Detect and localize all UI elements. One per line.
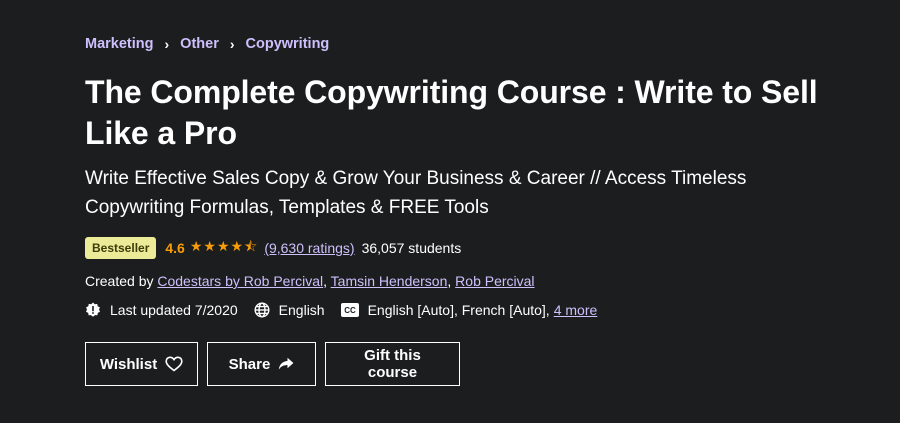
instructor-link-rob[interactable]: Rob Percival (455, 273, 534, 289)
captions: CC English [Auto], French [Auto], 4 more (340, 302, 598, 318)
course-subtitle: Write Effective Sales Copy & Grow Your B… (85, 168, 747, 218)
action-buttons: Wishlist Share Gift this course (85, 342, 469, 386)
breadcrumb-copywriting[interactable]: Copywriting (246, 36, 330, 52)
instructor-separator: , (447, 273, 456, 289)
gift-course-button[interactable]: Gift this course (325, 342, 460, 386)
breadcrumb: Marketing › Other › Copywriting (85, 36, 329, 52)
wishlist-button[interactable]: Wishlist (85, 342, 198, 386)
created-by-row: Created by Codestars by Rob Percival, Ta… (85, 273, 535, 289)
breadcrumb-marketing[interactable]: Marketing (85, 36, 154, 52)
meta-row: Last updated 7/2020 English CC English [… (85, 302, 613, 318)
share-button[interactable]: Share (207, 342, 316, 386)
alert-badge-icon (85, 302, 101, 318)
chevron-right-icon: › (164, 36, 170, 52)
svg-text:CC: CC (344, 306, 356, 315)
wishlist-label: Wishlist (99, 355, 158, 373)
closed-captions-icon: CC (340, 303, 359, 317)
chevron-right-icon: › (229, 36, 235, 52)
instructor-separator: , (323, 273, 331, 289)
language: English (254, 302, 325, 318)
more-captions-link[interactable]: 4 more (554, 302, 598, 318)
last-updated-text: Last updated 7/2020 (110, 302, 238, 318)
share-label: Share (228, 355, 271, 373)
share-arrow-icon (279, 357, 294, 370)
course-title: The Complete Copywriting Course : Write … (85, 74, 818, 151)
instructor-link-tamsin[interactable]: Tamsin Henderson (331, 273, 448, 289)
language-text: English (278, 302, 325, 318)
students-count: 36,057 students (361, 240, 462, 256)
breadcrumb-other[interactable]: Other (180, 36, 219, 52)
heart-icon (165, 356, 183, 372)
captions-text: English [Auto], French [Auto], (367, 302, 550, 318)
instructor-link-codestars[interactable]: Codestars by Rob Percival (157, 273, 323, 289)
star-rating-icon: ★★★★⯪ (189, 238, 259, 254)
rating-row: Bestseller 4.6 ★★★★⯪ (9,630 ratings) 36,… (85, 236, 461, 260)
ratings-count-link[interactable]: (9,630 ratings) (264, 240, 354, 256)
created-by-label: Created by (85, 273, 154, 289)
bestseller-badge: Bestseller (85, 237, 157, 259)
globe-icon (254, 302, 270, 318)
rating-value: 4.6 (165, 240, 185, 256)
last-updated: Last updated 7/2020 (85, 302, 238, 318)
